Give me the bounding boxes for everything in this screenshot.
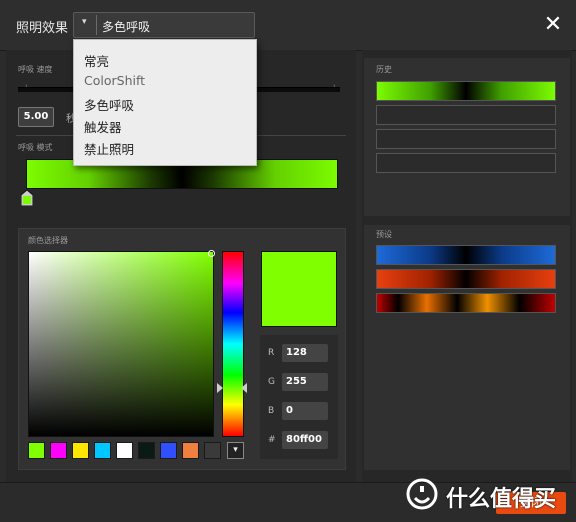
r-label: R xyxy=(268,348,275,358)
gradient-stop-handle[interactable] xyxy=(21,190,33,206)
effect-menu: 常亮 ColorShift 多色呼吸触发器禁止照明 xyxy=(73,39,257,166)
color-swatch[interactable] xyxy=(72,442,89,459)
hex-label: # xyxy=(268,435,276,445)
sv-cursor[interactable] xyxy=(208,250,215,257)
preset-slot[interactable] xyxy=(376,245,556,265)
menu-item[interactable]: 触发器 xyxy=(84,117,122,136)
speed-label: 呼吸 速度 xyxy=(18,65,53,74)
dropdown-divider xyxy=(96,15,97,35)
saturation-value-square[interactable] xyxy=(28,251,214,437)
color-swatch[interactable] xyxy=(204,442,221,459)
color-swatch[interactable] xyxy=(138,442,155,459)
g-input[interactable]: 255 xyxy=(281,372,329,392)
history-label: 历史 xyxy=(376,65,392,74)
preset-label: 预设 xyxy=(376,230,392,239)
close-icon[interactable]: ✕ xyxy=(540,12,566,38)
color-swatch[interactable] xyxy=(182,442,199,459)
b-input[interactable]: 0 xyxy=(281,401,329,421)
color-preview xyxy=(261,251,337,327)
watermark-text: 什么值得买 xyxy=(446,487,557,512)
mode-label: 呼吸 模式 xyxy=(18,143,53,152)
color-swatch[interactable] xyxy=(50,442,67,459)
preset-slot[interactable] xyxy=(376,293,556,313)
color-swatch[interactable] xyxy=(94,442,111,459)
speed-input[interactable]: 5.00 xyxy=(18,107,54,127)
dialog-title: 照明效果 xyxy=(16,21,69,36)
menu-item[interactable]: ColorShift xyxy=(84,73,145,88)
color-swatch[interactable] xyxy=(160,442,177,459)
history-slot[interactable] xyxy=(376,129,556,149)
hue-marker-right[interactable] xyxy=(241,383,247,393)
hex-input[interactable]: 80ff00 xyxy=(281,430,329,450)
b-label: B xyxy=(268,406,275,416)
effect-dropdown[interactable]: ▾ 多色呼吸 xyxy=(73,12,255,38)
r-input[interactable]: 128 xyxy=(281,343,329,363)
picker-label: 颜色选择器 xyxy=(28,236,68,245)
color-swatch[interactable] xyxy=(116,442,133,459)
history-slot[interactable] xyxy=(376,153,556,173)
history-slot[interactable] xyxy=(376,81,556,101)
hue-slider[interactable] xyxy=(222,251,244,437)
more-swatches-icon[interactable]: ▾ xyxy=(227,442,244,459)
color-swatch[interactable] xyxy=(28,442,45,459)
dropdown-value: 多色呼吸 xyxy=(102,20,151,34)
g-label: G xyxy=(268,377,275,387)
menu-item[interactable]: 禁止照明 xyxy=(84,139,134,158)
hue-marker-left[interactable] xyxy=(217,383,223,393)
menu-item[interactable]: 多色呼吸 xyxy=(84,95,134,114)
menu-item[interactable]: 常亮 xyxy=(84,51,109,70)
history-slot[interactable] xyxy=(376,105,556,125)
watermark-logo xyxy=(406,478,438,510)
chevron-down-icon: ▾ xyxy=(82,17,87,27)
preset-slot[interactable] xyxy=(376,269,556,289)
